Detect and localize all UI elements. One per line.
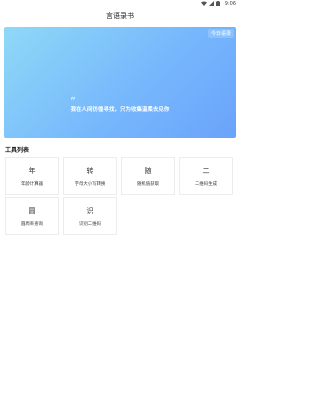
tool-qrcode-scanner[interactable]: 识 识别二维码 (63, 197, 117, 235)
page-title-bar: 言语录书 (0, 8, 240, 24)
status-time: 9:06 (224, 1, 236, 7)
random-value-icon: 随 (144, 167, 152, 175)
qrcode-generator-icon: 二 (202, 167, 210, 175)
signal-icon (209, 1, 214, 6)
tool-random-value[interactable]: 随 随机值获取 (121, 157, 175, 195)
page-title: 言语录书 (106, 12, 134, 20)
quote-banner[interactable]: 今日语录 “ 我在人间彷徨寻找，只为收集温柔去见你 (4, 27, 236, 138)
battery-icon (216, 1, 220, 7)
tool-label: 二维码生成 (195, 182, 217, 187)
status-bar: 9:06 (0, 0, 240, 8)
tool-label: 随机值获取 (137, 182, 159, 187)
tool-label: 字母大小写转换 (74, 182, 106, 187)
tool-label: 识别二维码 (79, 222, 101, 227)
app-screen: 9:06 言语录书 今日语录 “ 我在人间彷徨寻找，只为收集温柔去见你 工具列表… (0, 0, 240, 400)
age-calculator-icon: 年 (28, 167, 36, 175)
tool-pi-lookup[interactable]: 圆 圆周率查询 (5, 197, 59, 235)
case-converter-icon: 转 (86, 167, 94, 175)
daily-quote-text: 我在人间彷徨寻找，只为收集温柔去见你 (70, 107, 170, 113)
tool-qrcode-generator[interactable]: 二 二维码生成 (179, 157, 233, 195)
tool-label: 年龄计算器 (21, 182, 43, 187)
tool-age-calculator[interactable]: 年 年龄计算器 (5, 157, 59, 195)
qrcode-scanner-icon: 识 (86, 207, 94, 215)
pi-lookup-icon: 圆 (28, 207, 36, 215)
tools-section-title: 工具列表 (5, 147, 30, 154)
wifi-icon (201, 1, 207, 6)
tool-label: 圆周率查询 (21, 222, 43, 227)
status-icons (201, 1, 220, 7)
tool-case-converter[interactable]: 转 字母大小写转换 (63, 157, 117, 195)
daily-quote-tag[interactable]: 今日语录 (207, 29, 234, 38)
